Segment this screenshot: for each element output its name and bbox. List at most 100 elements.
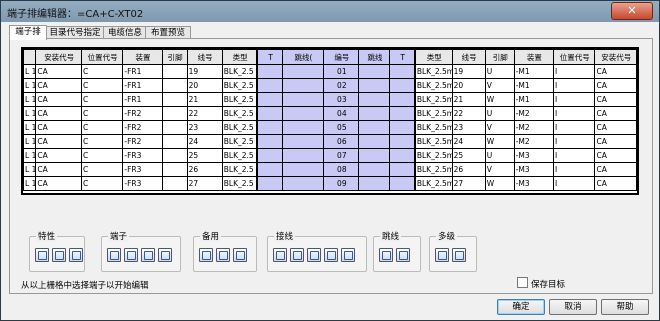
spare-insert-icon[interactable] — [216, 248, 230, 262]
table-cell[interactable]: -M1 — [513, 64, 555, 79]
table-cell[interactable]: BLK_2.5 — [221, 176, 258, 191]
table-cell[interactable]: C — [80, 78, 124, 93]
table-cell[interactable]: BLK_2.5m — [414, 148, 453, 163]
table-cell[interactable] — [161, 134, 188, 149]
table-row[interactable]: L 1 CA C -FR1 20 BLK_2.5 02 BLK_2.5m 20 V -M1 I CA — [23, 78, 637, 93]
table-cell[interactable] — [281, 134, 325, 149]
table-cell[interactable]: C — [80, 92, 124, 107]
wire-4-icon[interactable] — [324, 248, 338, 262]
table-cell[interactable] — [256, 176, 283, 191]
table-cell[interactable]: 19 — [186, 64, 223, 79]
table-cell[interactable] — [389, 78, 416, 93]
table-cell[interactable] — [358, 148, 391, 163]
table-cell[interactable]: -M1 — [513, 92, 555, 107]
table-cell[interactable] — [161, 106, 188, 121]
wire-5-icon[interactable] — [341, 248, 355, 262]
table-cell[interactable]: -FR2 — [122, 120, 163, 135]
close-button[interactable]: ✕ — [611, 2, 653, 20]
table-cell[interactable]: CA — [594, 162, 637, 177]
table-cell[interactable]: L 1 — [23, 120, 37, 135]
table-cell[interactable]: CA — [35, 162, 82, 177]
table-cell[interactable] — [161, 162, 188, 177]
table-cell[interactable]: -FR3 — [122, 176, 163, 191]
column-header[interactable]: 位置代号 — [80, 49, 124, 65]
table-cell[interactable] — [281, 64, 325, 79]
table-row[interactable]: L 1 CA C -FR2 22 BLK_2.5 04 BLK_2.5m 22 U -M2 I CA — [23, 106, 637, 121]
table-cell[interactable]: 26 — [186, 162, 223, 177]
table-cell[interactable] — [161, 64, 188, 79]
table-cell[interactable]: 27 — [186, 176, 223, 191]
column-header[interactable]: 引脚 — [484, 49, 515, 65]
table-cell[interactable] — [358, 162, 391, 177]
table-cell[interactable]: L 1 — [23, 134, 37, 149]
wire-3-icon[interactable] — [307, 248, 321, 262]
table-cell[interactable]: CA — [594, 134, 637, 149]
table-row[interactable]: L 1 CA C -FR3 25 BLK_2.5 07 BLK_2.5m 25 U -M3 I CA — [23, 148, 637, 163]
table-cell[interactable]: -M3 — [513, 148, 555, 163]
table-cell[interactable]: CA — [594, 78, 637, 93]
table-cell[interactable]: BLK_2.5 — [221, 120, 258, 135]
table-cell[interactable]: C — [80, 106, 124, 121]
table-cell[interactable] — [161, 92, 188, 107]
table-cell[interactable]: -FR3 — [122, 162, 163, 177]
table-cell[interactable]: 09 — [323, 176, 360, 191]
table-cell[interactable]: V — [484, 162, 515, 177]
table-cell[interactable]: CA — [35, 64, 82, 79]
table-cell[interactable]: V — [484, 78, 515, 93]
table-cell[interactable]: L 1 — [23, 78, 37, 93]
table-cell[interactable]: 05 — [323, 120, 360, 135]
table-cell[interactable]: 02 — [323, 78, 360, 93]
table-cell[interactable]: 08 — [323, 162, 360, 177]
wire-1-icon[interactable] — [273, 248, 287, 262]
table-row[interactable]: L 1 CA C -FR1 19 BLK_2.5 01 BLK_2.5m 19 U -M1 I CA — [23, 64, 637, 79]
table-cell[interactable]: 23 — [186, 120, 223, 135]
table-cell[interactable]: W — [484, 92, 515, 107]
table-cell[interactable]: 03 — [323, 92, 360, 107]
table-cell[interactable]: -M2 — [513, 106, 555, 121]
table-cell[interactable] — [389, 176, 416, 191]
table-cell[interactable]: CA — [594, 176, 637, 191]
jumper-edit-icon[interactable] — [396, 248, 410, 262]
table-cell[interactable] — [389, 120, 416, 135]
table-cell[interactable]: I — [553, 78, 596, 93]
table-cell[interactable] — [389, 64, 416, 79]
table-cell[interactable]: 06 — [323, 134, 360, 149]
table-cell[interactable] — [281, 92, 325, 107]
table-cell[interactable]: BLK_2.5 — [221, 64, 258, 79]
column-header[interactable]: 装置 — [122, 49, 163, 65]
column-header[interactable]: T — [256, 49, 283, 65]
table-cell[interactable] — [358, 78, 391, 93]
table-cell[interactable] — [256, 92, 283, 107]
table-cell[interactable]: BLK_2.5m — [414, 92, 453, 107]
column-header[interactable]: 安装代号 — [594, 49, 637, 65]
table-cell[interactable]: -FR3 — [122, 148, 163, 163]
table-cell[interactable]: 20 — [186, 78, 223, 93]
table-cell[interactable]: BLK_2.5m — [414, 120, 453, 135]
table-cell[interactable]: 07 — [323, 148, 360, 163]
table-cell[interactable] — [256, 64, 283, 79]
table-cell[interactable] — [358, 106, 391, 121]
table-cell[interactable]: I — [553, 162, 596, 177]
table-cell[interactable]: BLK_2.5 — [221, 78, 258, 93]
table-cell[interactable]: 21 — [186, 92, 223, 107]
table-cell[interactable]: CA — [594, 148, 637, 163]
table-cell[interactable]: CA — [35, 92, 82, 107]
table-cell[interactable]: 27 — [451, 176, 486, 191]
terminal-edit-icon[interactable] — [107, 248, 121, 262]
terminal-delete-icon[interactable] — [158, 248, 172, 262]
table-cell[interactable] — [389, 148, 416, 163]
table-cell[interactable]: CA — [35, 106, 82, 121]
column-header[interactable]: 位置代号 — [553, 49, 596, 65]
table-cell[interactable]: 04 — [323, 106, 360, 121]
table-cell[interactable]: BLK_2.5 — [221, 162, 258, 177]
table-cell[interactable]: -FR1 — [122, 64, 163, 79]
column-header[interactable]: 类型 — [221, 49, 258, 65]
edit-properties-icon[interactable] — [52, 248, 66, 262]
table-row[interactable]: L 1 CA C -FR3 26 BLK_2.5 08 BLK_2.5m 26 V -M3 I CA — [23, 162, 637, 177]
table-cell[interactable]: -FR2 — [122, 134, 163, 149]
table-cell[interactable]: C — [80, 64, 124, 79]
column-header[interactable]: 编号 — [323, 49, 360, 65]
table-cell[interactable] — [256, 120, 283, 135]
multilevel-1-icon[interactable] — [435, 248, 449, 262]
table-cell[interactable]: CA — [594, 64, 637, 79]
